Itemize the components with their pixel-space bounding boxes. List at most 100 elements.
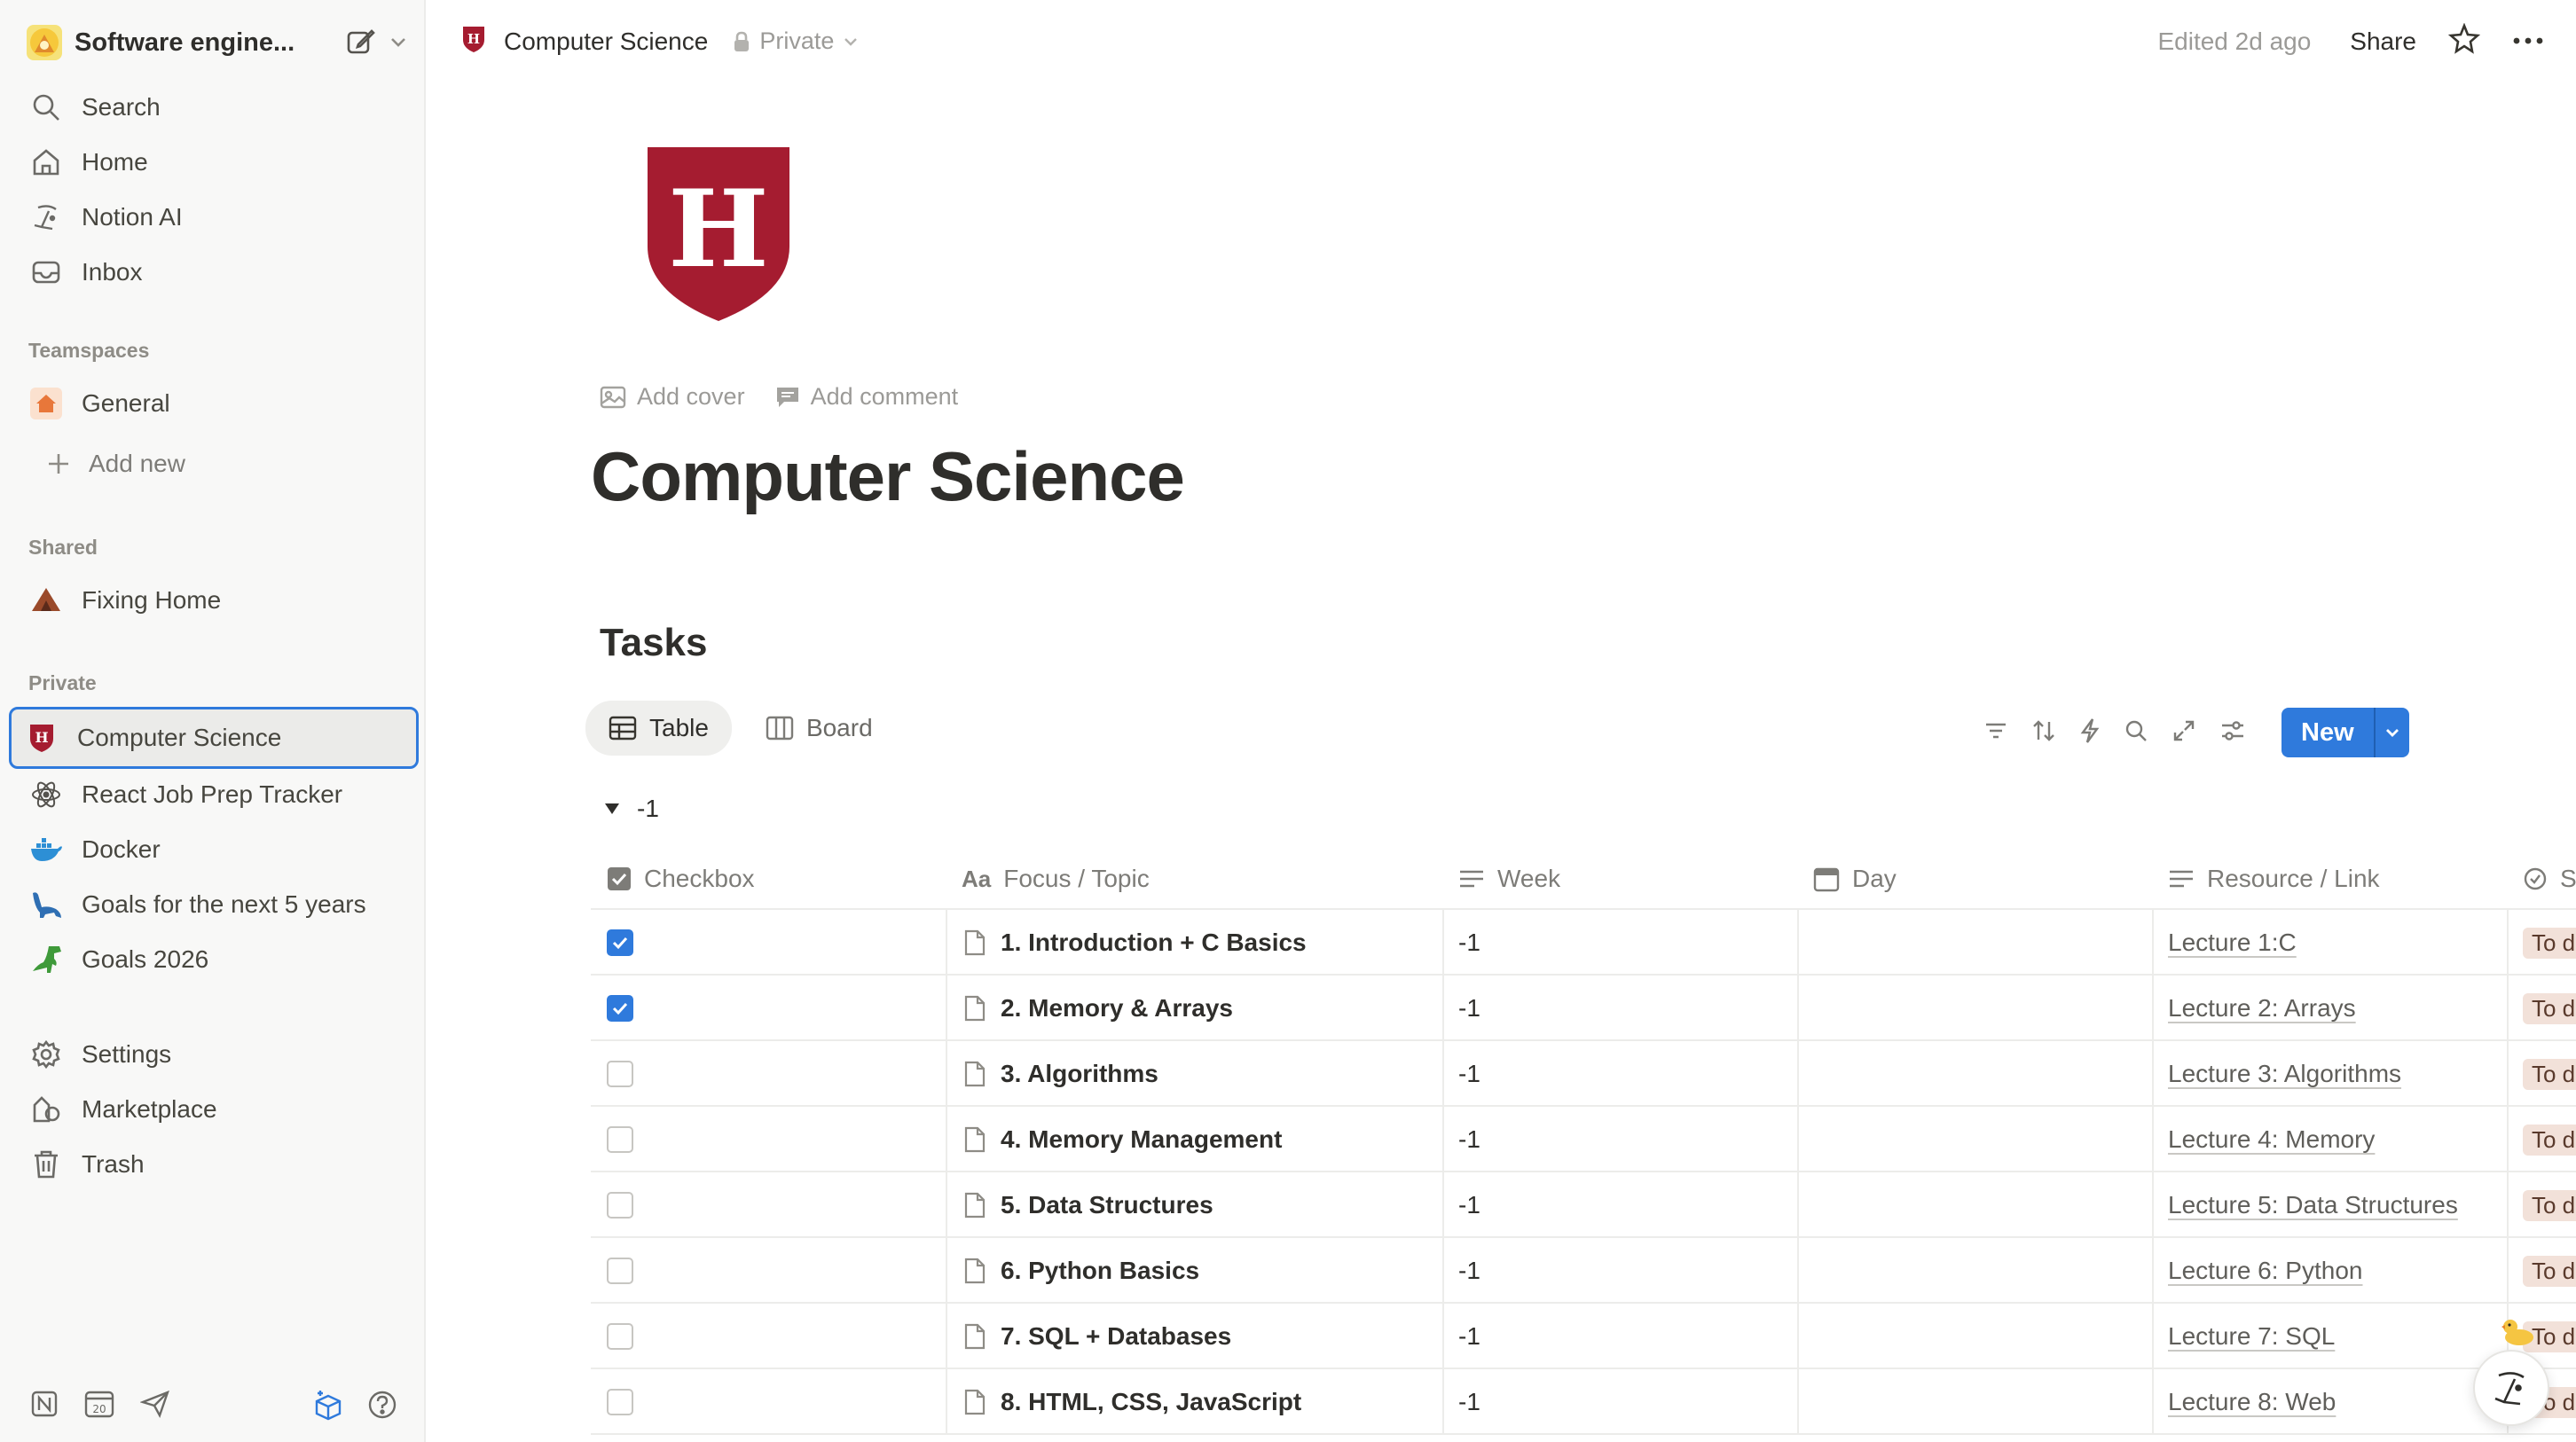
cell-topic[interactable]: 4. Memory Management [946,1107,1442,1172]
cell-topic[interactable]: 6. Python Basics [946,1238,1442,1304]
cell-week[interactable]: -1 [1442,1238,1797,1304]
checkbox[interactable] [607,1192,633,1219]
sidebar-item-react-job-prep[interactable]: React Job Prep Tracker [16,771,417,819]
sidebar-item-home[interactable]: Home [16,138,417,186]
sidebar-item-notion-ai[interactable]: Notion AI [16,193,417,241]
column-header-status[interactable]: S [2507,848,2576,910]
search-icon[interactable] [2124,718,2148,748]
cell-resource-link[interactable]: Lecture 6: Python [2152,1238,2507,1304]
workspace-switcher[interactable]: Software engine... [27,21,408,64]
cell-topic[interactable]: 2. Memory & Arrays [946,976,1442,1041]
calendar-app-icon[interactable]: 20 [83,1389,115,1423]
new-page-icon[interactable] [346,27,376,61]
cell-resource-link[interactable]: Lecture 5: Data Structures [2152,1172,2507,1238]
table-row[interactable]: 1. Introduction + C Basics -1 Lecture 1:C T… [591,910,2576,976]
cell-topic[interactable]: 1. Introduction + C Basics [946,910,1442,976]
table-row[interactable]: 3. Algorithms -1 Lecture 3: Algorithms To d [591,1041,2576,1107]
notion-ai-assistant-button[interactable] [2473,1350,2549,1426]
column-header-day[interactable]: Day [1797,848,2152,910]
group-header[interactable]: -1 [603,795,659,823]
chevron-down-icon[interactable] [389,32,408,56]
cell-resource-link[interactable]: Lecture 3: Algorithms [2152,1041,2507,1107]
cell-day[interactable] [1797,910,2152,976]
checkbox[interactable] [607,1258,633,1284]
cell-week[interactable]: -1 [1442,1304,1797,1369]
privacy-menu[interactable]: Private [733,27,859,55]
new-button[interactable]: New [2281,708,2374,757]
more-icon[interactable] [2512,34,2544,50]
cell-week[interactable]: -1 [1442,976,1797,1041]
sidebar-item-general[interactable]: General [16,380,417,427]
column-header-topic[interactable]: Aa Focus / Topic [946,848,1442,910]
star-icon[interactable] [2447,22,2481,59]
sidebar-item-goals-2026[interactable]: Goals 2026 [16,936,417,984]
sidebar-item-inbox[interactable]: Inbox [16,248,417,296]
cell-status[interactable]: To d [2507,1107,2576,1172]
cell-status[interactable]: To d [2507,1238,2576,1304]
checkbox[interactable] [607,1323,633,1350]
cell-day[interactable] [1797,1107,2152,1172]
column-header-week[interactable]: Week [1442,848,1797,910]
cell-status[interactable]: To d [2507,1041,2576,1107]
page-icon[interactable]: H [642,142,795,331]
cell-resource-link[interactable]: Lecture 7: SQL [2152,1304,2507,1369]
checkbox[interactable] [607,995,633,1022]
cell-topic[interactable]: 5. Data Structures [946,1172,1442,1238]
filter-icon[interactable] [1983,720,2008,746]
cell-day[interactable] [1797,1238,2152,1304]
help-icon[interactable] [367,1390,397,1424]
table-row[interactable]: 8. HTML, CSS, JavaScript -1 Lecture 8: Web… [591,1369,2576,1435]
cell-topic[interactable]: 7. SQL + Databases [946,1304,1442,1369]
new-dropdown-button[interactable] [2373,708,2409,757]
automation-icon[interactable] [2079,717,2101,748]
checkbox[interactable] [607,1389,633,1415]
cell-week[interactable]: -1 [1442,910,1797,976]
share-button[interactable]: Share [2350,27,2416,56]
sidebar-item-goals-5-years[interactable]: Goals for the next 5 years [16,881,417,929]
cell-week[interactable]: -1 [1442,1172,1797,1238]
table-row[interactable]: 2. Memory & Arrays -1 Lecture 2: Arrays To … [591,976,2576,1041]
notion-app-icon[interactable] [30,1390,59,1422]
cell-resource-link[interactable]: Lecture 1:C [2152,910,2507,976]
column-header-resource[interactable]: Resource / Link [2152,848,2507,910]
cell-status[interactable]: To d [2507,1172,2576,1238]
cell-day[interactable] [1797,1304,2152,1369]
cell-day[interactable] [1797,1172,2152,1238]
cell-day[interactable] [1797,1041,2152,1107]
cell-day[interactable] [1797,976,2152,1041]
cell-week[interactable]: -1 [1442,1041,1797,1107]
database-title[interactable]: Tasks [600,621,708,665]
checkbox[interactable] [607,1126,633,1153]
tab-table[interactable]: Table [585,701,732,756]
cell-resource-link[interactable]: Lecture 8: Web [2152,1369,2507,1435]
cell-resource-link[interactable]: Lecture 2: Arrays [2152,976,2507,1041]
column-header-checkbox[interactable]: Checkbox [591,848,946,910]
cell-day[interactable] [1797,1369,2152,1435]
cell-topic[interactable]: 8. HTML, CSS, JavaScript [946,1369,1442,1435]
sidebar-item-trash[interactable]: Trash [16,1140,417,1188]
tab-board[interactable]: Board [742,701,896,756]
expand-icon[interactable] [2172,718,2196,748]
sidebar-item-search[interactable]: Search [16,83,417,131]
cell-week[interactable]: -1 [1442,1107,1797,1172]
add-comment-button[interactable]: Add comment [775,383,958,411]
sidebar-item-marketplace[interactable]: Marketplace [16,1085,417,1133]
cell-topic[interactable]: 3. Algorithms [946,1041,1442,1107]
sidebar-item-computer-science[interactable]: H Computer Science [9,707,419,769]
page-title[interactable]: Computer Science [591,436,1185,517]
send-icon[interactable] [139,1390,170,1422]
add-new-button[interactable]: Add new [16,440,417,488]
table-row[interactable]: 6. Python Basics -1 Lecture 6: Python To d [591,1238,2576,1304]
cell-status[interactable]: To d [2507,910,2576,976]
cube-sparkle-icon[interactable] [312,1389,344,1425]
cell-status[interactable]: To d [2507,976,2576,1041]
cell-resource-link[interactable]: Lecture 4: Memory [2152,1107,2507,1172]
checkbox[interactable] [607,929,633,956]
cell-week[interactable]: -1 [1442,1369,1797,1435]
table-row[interactable]: 4. Memory Management -1 Lecture 4: Memory T… [591,1107,2576,1172]
sort-icon[interactable] [2031,718,2056,748]
add-cover-button[interactable]: Add cover [600,383,745,411]
table-row[interactable]: 7. SQL + Databases -1 Lecture 7: SQL To d [591,1304,2576,1369]
sidebar-item-fixing-home[interactable]: Fixing Home [16,576,417,624]
checkbox[interactable] [607,1061,633,1087]
